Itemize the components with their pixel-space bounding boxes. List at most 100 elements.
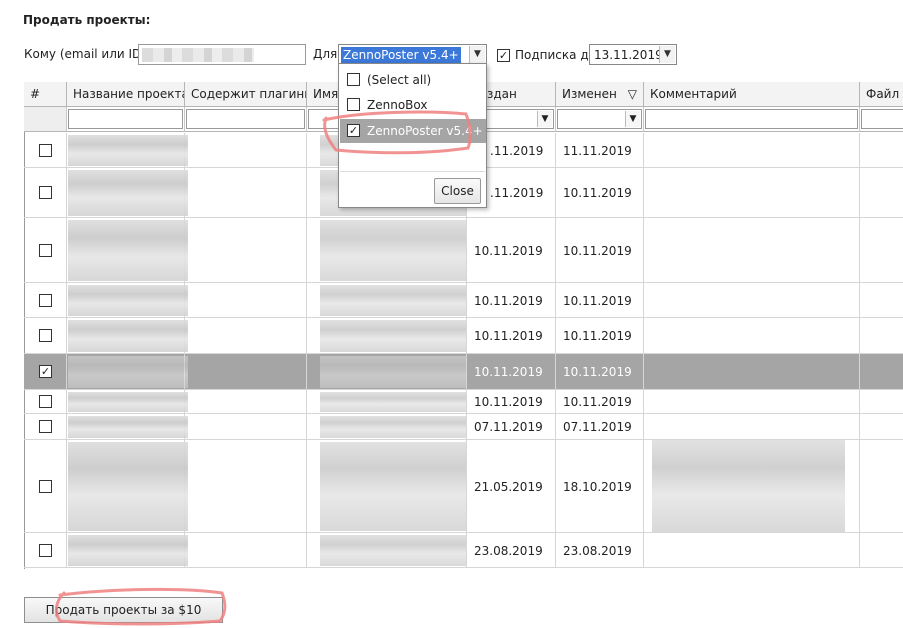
cell-divider (555, 354, 556, 389)
cell-divider (643, 283, 644, 317)
platform-dropdown: (Select all) ZennoBox ✓ ZennoPoster v5.4… (338, 63, 487, 208)
check-icon: ✓ (498, 49, 509, 62)
chevron-down-icon[interactable]: ▼ (625, 111, 640, 127)
cell-divider (555, 414, 556, 439)
redacted-comment (652, 440, 845, 532)
page-title: Продать проекты: (23, 13, 151, 27)
row-checkbox[interactable] (39, 143, 52, 157)
table-row[interactable]: 10.11.2019 10.11.2019 (24, 318, 903, 354)
cell-divider (66, 440, 67, 532)
table-row[interactable]: ✓ 10.11.2019 10.11.2019 (24, 354, 903, 390)
col-header-comment[interactable]: Комментарий (644, 82, 860, 107)
filter-cell-modified: ▼ (556, 107, 644, 132)
col-header-file[interactable]: Файл ( (860, 82, 903, 107)
row-checkbox[interactable] (39, 395, 52, 408)
modified-date: 10.11.2019 (563, 293, 632, 308)
row-checkbox[interactable] (39, 543, 52, 557)
table-row[interactable]: 10.11.2019 10.11.2019 (24, 390, 903, 414)
cell-divider (555, 283, 556, 317)
dropdown-item-select-all[interactable]: (Select all) (340, 68, 486, 92)
dropdown-item-label: ZennoBox (367, 98, 428, 112)
sort-icon[interactable]: ▽ (628, 87, 637, 101)
cell-divider (66, 283, 67, 317)
for-select[interactable]: ZennoPoster v5.4+ ▼ (338, 44, 487, 65)
modified-date: 10.11.2019 (563, 329, 632, 343)
for-label: Для (313, 47, 338, 61)
filter-comment-input[interactable] (645, 109, 858, 129)
row-checkbox[interactable] (39, 293, 52, 307)
cell-divider (643, 414, 644, 439)
redacted-project-name (68, 535, 188, 566)
filter-project-name-input[interactable] (68, 109, 183, 129)
cell-divider (306, 318, 307, 353)
dropdown-item-zennoposter[interactable]: ✓ ZennoPoster v5.4+ (340, 119, 486, 143)
table-row[interactable]: 10.11.2019 10.11.2019 (24, 218, 903, 283)
cell-divider (555, 133, 556, 167)
to-input[interactable] (138, 44, 306, 65)
to-label: Кому (email или ID) (24, 47, 146, 61)
chevron-down-icon[interactable]: ▼ (469, 46, 485, 63)
chevron-down-icon[interactable]: ▼ (537, 111, 552, 127)
created-date: .11.2019 (490, 186, 544, 200)
cell-divider (859, 414, 860, 439)
cell-divider (306, 440, 307, 532)
subscription-label: Подписка до (515, 48, 596, 62)
col-header-project-name[interactable]: Название проекта (67, 82, 185, 107)
table-row[interactable]: 07.11.2019 07.11.2019 (24, 414, 903, 440)
row-checkbox[interactable] (39, 479, 52, 493)
redacted-name (320, 535, 466, 566)
redacted-name (320, 442, 466, 531)
dropdown-item-zennobox[interactable]: ZennoBox (340, 93, 486, 117)
created-date: 23.08.2019 (474, 543, 543, 558)
row-checkbox[interactable] (39, 329, 52, 342)
redacted-name (320, 392, 466, 412)
row-checkbox[interactable]: ✓ (39, 365, 52, 378)
check-icon: ✓ (40, 365, 51, 378)
row-checkbox[interactable] (39, 420, 52, 433)
redacted-value (142, 48, 254, 62)
redacted-name (320, 416, 466, 438)
dropdown-item-checkbox[interactable] (347, 73, 360, 86)
cell-divider (555, 390, 556, 413)
redacted-project-name (68, 442, 188, 531)
subscription-date-select[interactable]: 13.11.2019 ▼ (589, 44, 677, 65)
filter-file-input[interactable] (861, 109, 903, 129)
modified-date: 23.08.2019 (563, 543, 632, 558)
table-row[interactable]: 23.08.2019 23.08.2019 (24, 533, 903, 568)
table-row[interactable]: 10.11.2019 10.11.2019 (24, 283, 903, 318)
dropdown-item-checkbox[interactable]: ✓ (347, 124, 360, 137)
row-checkbox[interactable] (39, 186, 52, 199)
row-checkbox[interactable] (39, 243, 52, 257)
created-date: 07.11.2019 (474, 420, 543, 434)
cell-divider (555, 168, 556, 217)
cell-divider (66, 533, 67, 567)
dropdown-item-label: ZennoPoster v5.4+ (367, 124, 483, 138)
cell-divider (306, 390, 307, 413)
for-selected-value: ZennoPoster v5.4+ (341, 47, 461, 63)
dropdown-close-button[interactable]: Close (434, 178, 481, 204)
cell-divider (466, 414, 467, 439)
filter-modified-input[interactable]: ▼ (557, 109, 642, 129)
cell-divider (466, 218, 467, 282)
cell-divider (859, 218, 860, 282)
col-header-number[interactable]: # (24, 82, 67, 107)
cell-divider (643, 354, 644, 389)
created-date: 10.11.2019 (474, 329, 543, 343)
chevron-down-icon[interactable]: ▼ (659, 46, 675, 63)
created-date: 10.11.2019 (474, 243, 543, 258)
cell-divider (643, 318, 644, 353)
cell-divider (859, 354, 860, 389)
subscription-checkbox[interactable]: ✓ (497, 49, 510, 62)
redacted-name (320, 356, 466, 388)
col-header-plugins[interactable]: Содержит плагины (185, 82, 307, 107)
dropdown-item-checkbox[interactable] (347, 98, 360, 111)
cell-divider (466, 318, 467, 353)
redacted-project-name (68, 135, 188, 166)
filter-plugins-input[interactable] (186, 109, 305, 129)
col-header-modified[interactable]: Изменен ▽ (556, 82, 644, 107)
redacted-project-name (68, 356, 188, 388)
cell-divider (306, 354, 307, 389)
cell-divider (555, 440, 556, 532)
sell-projects-button[interactable]: Продать проекты за $10 (24, 597, 223, 623)
cell-divider (859, 533, 860, 567)
